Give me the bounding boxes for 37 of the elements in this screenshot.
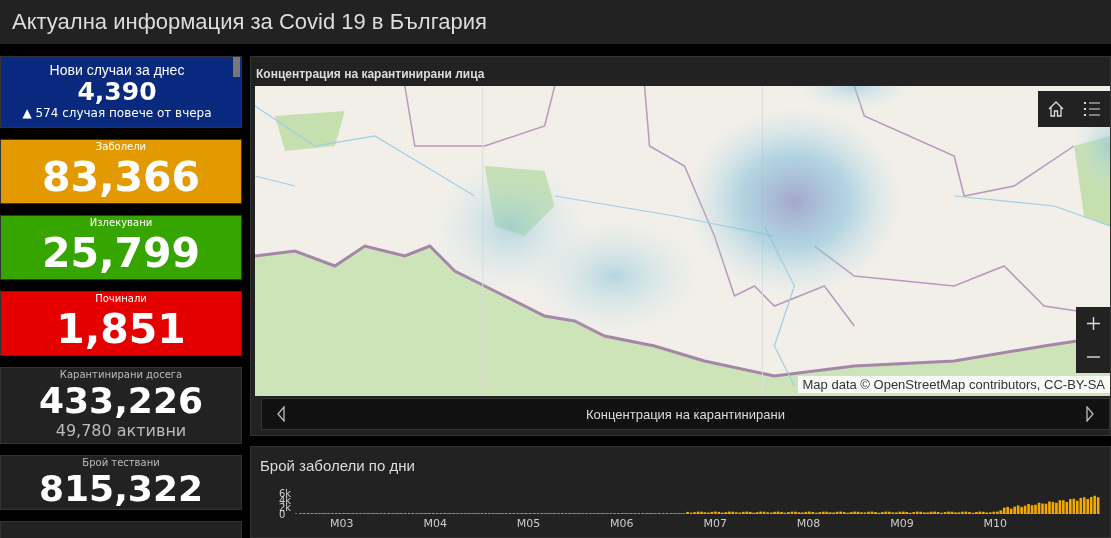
list-icon <box>1082 99 1102 119</box>
axis-label: M03 <box>330 518 354 530</box>
indicator-label: Карантинирани досега <box>59 369 183 381</box>
indicator-value: 815,322 <box>39 469 203 509</box>
indicator-label: Починали <box>95 293 147 305</box>
scrollbar-thumb[interactable] <box>233 57 240 77</box>
axis-label: 4k <box>279 497 292 504</box>
indicator-value: 1,851 <box>56 305 186 353</box>
axis-label: 2k <box>279 504 292 511</box>
home-icon <box>1046 99 1066 119</box>
axis-label: M07 <box>703 518 727 530</box>
indicator-value: 4,390 <box>77 78 157 105</box>
indicator-value: 25,799 <box>41 229 201 277</box>
indicator-value: 433,226 <box>39 381 203 421</box>
indicator-label: Брой тествани <box>82 457 160 469</box>
map-attribution: Map data © OpenStreetMap contributors, CC-BY-SA <box>797 376 1110 393</box>
indicator-subtext: ▲ 574 случая повече от вчера <box>22 105 212 121</box>
panel-title: Концентрация на карантинирани лица <box>255 66 486 83</box>
axis-label: M10 <box>983 518 1007 530</box>
indicator-value: 83,366 <box>41 153 201 201</box>
next-icon[interactable] <box>1085 406 1095 422</box>
previous-icon[interactable] <box>276 406 286 422</box>
dashboard-title: Актуална информация за Covid 19 в България <box>12 9 487 35</box>
indicator-label: Излекувани <box>89 217 153 229</box>
chart-title: Брой заболели по дни <box>259 456 416 474</box>
axis-label: M05 <box>516 518 541 530</box>
axis-label: M08 <box>796 518 821 530</box>
pager-label: Концентрация на карантинирани <box>586 406 785 422</box>
axis-label: M09 <box>890 518 914 530</box>
axis-label: M06 <box>610 518 634 530</box>
minus-icon <box>1085 355 1101 358</box>
plus-icon <box>1085 316 1101 331</box>
indicator-subtext: 49,780 активни <box>55 421 187 442</box>
indicator-label: Заболели <box>95 141 147 153</box>
axis-label: M04 <box>423 518 447 530</box>
indicator-label: Нови случаи за днес <box>49 63 185 78</box>
axis-label: 6k <box>279 490 292 497</box>
